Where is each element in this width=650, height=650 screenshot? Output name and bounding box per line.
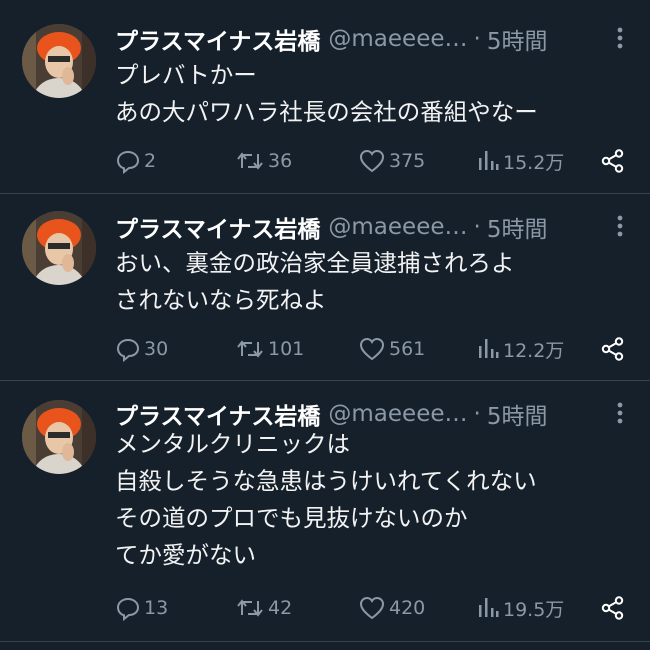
timestamp[interactable]: 5時間 [487,29,548,55]
tweet-text-line: メンタルクリニックは [115,430,350,458]
like-count: 375 [389,150,426,172]
retweet-count: 101 [268,338,305,360]
heart-icon [359,337,385,361]
views-button[interactable]: 19.5万 [476,593,564,623]
like-count: 420 [389,597,426,619]
tweet-text-line: おい、裏金の政治家全員逮捕されろよ [115,249,515,277]
separator-dot: · [473,401,481,427]
timestamp[interactable]: 5時間 [487,217,548,243]
tweet-text: プレバトかー あの大パワハラ社長の会社の番組やなー [115,57,626,131]
retweet-count: 36 [268,150,293,172]
tweet-text: メンタルクリニックは 自殺しそうな急患はうけいれてくれない その道のプロでも見抜… [115,426,626,574]
more-icon[interactable] [608,397,632,429]
views-count: 19.5万 [503,598,565,621]
avatar[interactable] [22,400,96,474]
like-button[interactable]: 561 [358,334,425,364]
user-handle[interactable]: @maeeee… [328,26,467,52]
retweet-button[interactable]: 36 [235,146,292,176]
more-icon[interactable] [608,210,632,242]
action-bar: 13 42 420 19.5万 [115,593,626,623]
tweet-text-line: その道のプロでも見抜けないのか [115,504,468,532]
tweet[interactable]: プラスマイナス岩橋 @maeeee… · 5時間 プレバトかー あの大パワハラ社長の会… [0,0,650,194]
like-count: 561 [389,338,426,360]
reply-icon [116,597,140,621]
share-icon[interactable] [600,595,626,625]
reply-button[interactable]: 13 [115,593,168,623]
reply-count: 30 [144,338,169,360]
tweet-text-line: 自殺しそうな急患はうけいれてくれない [115,467,537,495]
retweet-count: 42 [268,597,293,619]
separator-dot: · [473,26,481,52]
retweet-icon [237,152,263,170]
views-icon [479,339,499,358]
avatar[interactable] [22,211,96,285]
tweet-text-line: プレバトかー [115,61,257,89]
reply-icon [116,150,140,174]
tweet[interactable]: プラスマイナス岩橋 @maeeee… · 5時間 メンタルクリニックは 自殺しそうな急… [0,381,650,642]
views-count: 12.2万 [503,339,565,362]
tweet-text: おい、裏金の政治家全員逮捕されろよ されないなら死ねよ [115,245,626,319]
share-icon[interactable] [600,148,626,178]
avatar-image [22,24,96,98]
user-handle[interactable]: @maeeee… [328,401,467,427]
reply-count: 2 [144,150,157,172]
heart-icon [359,149,385,173]
views-button[interactable]: 12.2万 [476,334,564,364]
views-button[interactable]: 15.2万 [476,146,564,176]
avatar[interactable] [22,24,96,98]
retweet-icon [237,599,263,617]
heart-icon [359,596,385,620]
tweet-text-line: あの大パワハラ社長の会社の番組やなー [115,98,538,126]
reply-icon [116,338,140,362]
display-name[interactable]: プラスマイナス岩橋 [115,217,320,243]
user-handle[interactable]: @maeeee… [328,214,467,240]
timeline-feed: プラスマイナス岩橋 @maeeee… · 5時間 プレバトかー あの大パワハラ社長の会… [0,0,650,650]
retweet-button[interactable]: 101 [235,334,304,364]
separator-dot: · [473,214,481,240]
more-icon[interactable] [608,22,632,54]
tweet-text-line: されないなら死ねよ [115,286,327,314]
tweet-text-line: てか愛がない [115,541,256,569]
tweet[interactable]: プラスマイナス岩橋 @maeeee… · 5時間 おい、裏金の政治家全員逮捕されろよ … [0,194,650,381]
views-icon [479,598,499,617]
reply-button[interactable]: 2 [115,146,156,176]
reply-count: 13 [144,597,169,619]
views-count: 15.2万 [503,151,565,174]
avatar-image [22,400,96,474]
avatar-image [22,211,96,285]
display-name[interactable]: プラスマイナス岩橋 [115,29,320,55]
retweet-icon [237,340,263,358]
reply-button[interactable]: 30 [115,334,168,364]
like-button[interactable]: 375 [358,146,425,176]
action-bar: 2 36 375 15.2万 [115,146,626,176]
views-icon [479,151,499,170]
action-bar: 30 101 561 12.2万 [115,334,626,364]
share-icon[interactable] [600,336,626,366]
retweet-button[interactable]: 42 [235,593,292,623]
like-button[interactable]: 420 [358,593,425,623]
